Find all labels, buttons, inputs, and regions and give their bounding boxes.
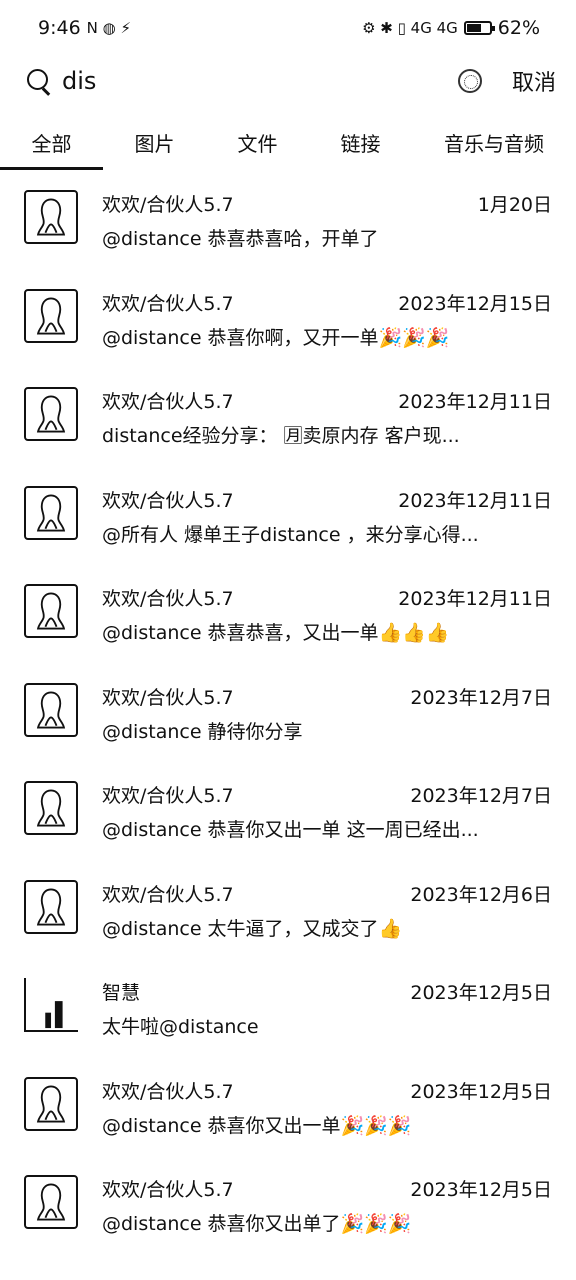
message-date: 2023年12月5日 xyxy=(410,982,552,1004)
avatar xyxy=(24,190,78,244)
message-date: 2023年12月6日 xyxy=(410,883,552,906)
list-item[interactable]: 欢欢/合伙人5.7 2023年12月11日 distance经验分享： 🈷卖原内存 … xyxy=(0,377,576,476)
list-item[interactable]: 欢欢/合伙人5.7 2023年12月6日 @distance 太牛逼了，又成交了👍 xyxy=(0,870,576,969)
list-item[interactable]: 欢欢/合伙人5.7 2023年12月5日 @distance 恭喜你又出一单🎉🎉🎉 xyxy=(0,1067,576,1166)
sender-name: 欢欢/合伙人5.7 xyxy=(102,686,234,709)
avatar xyxy=(24,879,78,934)
sender-name: 欢欢/合伙人5.7 xyxy=(102,391,234,413)
tab-links[interactable]: 链接 xyxy=(309,118,412,170)
avatar xyxy=(24,978,78,1032)
message-preview: 太牛啦@distance xyxy=(102,1016,259,1038)
sender-name: 欢欢/合伙人5.7 xyxy=(102,1080,234,1103)
avatar xyxy=(24,1076,78,1131)
notification-icons: N ◍ ⚡ xyxy=(86,18,132,37)
filter-tabs: 全部 图片 文件 链接 音乐与音频 xyxy=(0,118,576,170)
message-date: 2023年12月5日 xyxy=(410,1179,552,1201)
battery-level xyxy=(466,24,481,32)
message-preview: @distance 恭喜你又出一单🎉🎉🎉 xyxy=(102,1114,412,1137)
status-right: ⚙ ✱ ▯ 4G 4G 62% xyxy=(362,17,540,39)
message-date: 2023年12月7日 xyxy=(410,785,552,807)
sender-name: 欢欢/合伙人5.7 xyxy=(102,489,234,512)
clear-search-icon[interactable] xyxy=(457,69,482,93)
avatar xyxy=(24,288,78,343)
list-item[interactable]: 智慧 2023年12月5日太牛啦@distance xyxy=(0,968,576,1067)
system-icons: ⚙ ✱ ▯ 4G 4G xyxy=(362,18,458,37)
list-item[interactable]: 欢欢/合伙人5.7 2023年12月7日 @distance 恭喜你又出一单 这一周… xyxy=(0,771,576,870)
search-bar: 取消 xyxy=(0,58,576,104)
sender-name: 欢欢/合伙人5.7 xyxy=(102,194,234,216)
message-date: 2023年12月11日 xyxy=(398,588,552,610)
avatar xyxy=(24,584,78,638)
list-item[interactable]: 欢欢/合伙人5.7 2023年12月11日 @所有人 爆单王子distance ，来… xyxy=(0,476,576,575)
sender-name: 欢欢/合伙人5.7 xyxy=(102,785,234,807)
sender-name: 欢欢/合伙人5.7 xyxy=(102,292,234,315)
message-preview: distance经验分享： 🈷卖原内存 客户现... xyxy=(102,425,460,447)
tab-files[interactable]: 文件 xyxy=(206,118,309,170)
list-item[interactable]: 欢欢/合伙人5.7 2023年12月5日 @distance 恭喜你又出单了🎉🎉🎉 xyxy=(0,1165,576,1264)
message-date: 2023年12月5日 xyxy=(410,1080,552,1103)
message-preview: @distance 静待你分享 xyxy=(102,720,303,743)
list-item[interactable]: 欢欢/合伙人5.7 2023年12月11日 @distance 恭喜恭喜，又出一单👍… xyxy=(0,574,576,673)
status-bar: 9:46 N ◍ ⚡ ⚙ ✱ ▯ 4G 4G 62% xyxy=(0,0,576,56)
sender-name: 欢欢/合伙人5.7 xyxy=(102,1179,234,1201)
message-date: 1月20日 xyxy=(477,194,552,216)
avatar xyxy=(24,682,78,737)
list-item[interactable]: 欢欢/合伙人5.7 2023年12月15日 @distance 恭喜你啊，又开一单🎉… xyxy=(0,279,576,378)
battery-icon xyxy=(463,21,495,35)
sender-name: 欢欢/合伙人5.7 xyxy=(102,588,234,610)
tab-music-audio[interactable]: 音乐与音频 xyxy=(412,118,576,170)
search-input[interactable] xyxy=(62,67,458,95)
battery-percent: 62% xyxy=(497,17,540,39)
message-date: 2023年12月11日 xyxy=(398,391,552,413)
tab-images[interactable]: 图片 xyxy=(103,118,206,170)
search-icon xyxy=(26,68,52,94)
message-preview: @distance 恭喜你啊，又开一单🎉🎉🎉 xyxy=(102,326,450,349)
status-time: 9:46 xyxy=(38,17,81,39)
avatar xyxy=(24,1175,78,1229)
tab-all[interactable]: 全部 xyxy=(0,118,103,170)
list-item[interactable]: 欢欢/合伙人5.7 2023年12月7日 @distance 静待你分享 xyxy=(0,673,576,772)
message-preview: @distance 恭喜你又出一单 这一周已经出... xyxy=(102,819,479,841)
list-item[interactable]: 欢欢/合伙人5.7 1月20日 @distance 恭喜恭喜哈，开单了 xyxy=(0,180,576,279)
message-preview: @distance 恭喜恭喜哈，开单了 xyxy=(102,228,379,250)
cancel-button[interactable]: 取消 xyxy=(512,65,556,97)
search-results-list: 欢欢/合伙人5.7 1月20日 @distance 恭喜恭喜哈，开单了 欢欢/合伙人5… xyxy=(0,180,576,1264)
message-preview: @distance 恭喜你又出单了🎉🎉🎉 xyxy=(102,1213,412,1235)
sender-name: 智慧 xyxy=(102,982,141,1004)
avatar xyxy=(24,485,78,540)
message-date: 2023年12月15日 xyxy=(398,292,552,315)
avatar xyxy=(24,781,78,835)
message-preview: @distance 恭喜恭喜，又出一单👍👍👍 xyxy=(102,622,450,644)
message-date: 2023年12月11日 xyxy=(398,489,552,512)
status-left: 9:46 N ◍ ⚡ xyxy=(38,17,131,39)
avatar xyxy=(24,387,78,441)
message-date: 2023年12月7日 xyxy=(410,686,552,709)
sender-name: 欢欢/合伙人5.7 xyxy=(102,883,234,906)
message-preview: @所有人 爆单王子distance ，来分享心得... xyxy=(102,523,479,546)
message-preview: @distance 太牛逼了，又成交了👍 xyxy=(102,917,403,940)
